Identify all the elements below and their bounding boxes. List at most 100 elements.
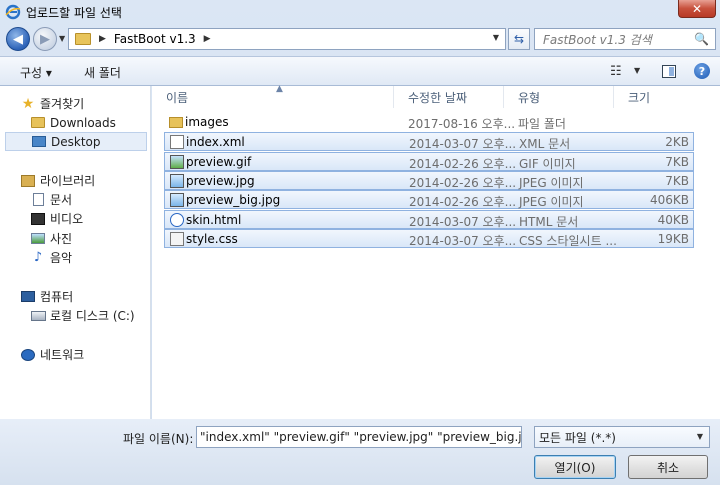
file-type: HTML 문서 bbox=[519, 215, 579, 229]
sidebar-item-desktop[interactable]: Desktop bbox=[5, 132, 147, 151]
downloads-folder-icon bbox=[30, 115, 46, 131]
jpeg-image-icon bbox=[170, 193, 184, 207]
file-row-images[interactable]: images 2017-08-16 오후... 파일 폴더 bbox=[164, 113, 694, 132]
file-type: GIF 이미지 bbox=[519, 157, 576, 171]
sidebar-item-label: Desktop bbox=[51, 134, 101, 149]
sidebar-item-label: 비디오 bbox=[50, 212, 84, 226]
sidebar-item-local-disk[interactable]: 로컬 디스크 (C:) bbox=[30, 306, 135, 325]
sidebar-item-libraries[interactable]: 라이브러리 bbox=[20, 171, 95, 190]
column-header-name[interactable]: 이름 ▲ bbox=[152, 84, 394, 108]
file-open-dialog: 업로드할 파일 선택 ✕ ◀ ▶ ▼ ▶ FastBoot v1.3 ▶ ▼ ⇆… bbox=[0, 0, 720, 485]
search-placeholder: FastBoot v1.3 검색 bbox=[543, 32, 652, 47]
recent-pages-dropdown-icon[interactable]: ▼ bbox=[59, 34, 65, 43]
star-icon: ★ bbox=[21, 95, 35, 112]
view-options-icon[interactable]: ☷ bbox=[610, 64, 622, 79]
gif-image-icon bbox=[170, 155, 184, 169]
file-type: JPEG 이미지 bbox=[519, 176, 584, 190]
network-icon bbox=[20, 347, 36, 363]
dialog-footer: 파일 이름(N): "index.xml" "preview.gif" "pre… bbox=[0, 419, 720, 485]
file-name: images bbox=[185, 115, 229, 129]
command-toolbar: 구성 ▾ 새 폴더 ☷ ▼ ? bbox=[0, 56, 720, 86]
file-name: skin.html bbox=[186, 213, 242, 227]
chevron-right-icon[interactable]: ▶ bbox=[99, 34, 106, 44]
library-icon bbox=[20, 173, 36, 189]
file-modified: 2014-03-07 오후... bbox=[409, 234, 517, 248]
chevron-right-icon[interactable]: ▶ bbox=[204, 34, 211, 44]
file-modified: 2014-03-07 오후... bbox=[409, 215, 517, 229]
column-header-label: 수정한 날짜 bbox=[408, 90, 468, 105]
sidebar-item-videos[interactable]: 비디오 bbox=[30, 209, 83, 228]
jpeg-image-icon bbox=[170, 174, 184, 188]
computer-icon bbox=[20, 289, 36, 305]
filetype-select[interactable]: 모든 파일 (*.*) ▼ bbox=[534, 426, 710, 448]
music-note-icon: ♪ bbox=[33, 250, 43, 265]
file-size: 40KB bbox=[657, 213, 689, 227]
column-header-type[interactable]: 유형 bbox=[504, 86, 614, 108]
file-size: 19KB bbox=[657, 232, 689, 246]
address-bar[interactable]: ▶ FastBoot v1.3 ▶ ▼ bbox=[68, 28, 506, 50]
sidebar-item-downloads[interactable]: Downloads bbox=[30, 113, 116, 132]
back-button[interactable]: ◀ bbox=[6, 27, 30, 51]
view-dropdown-icon[interactable]: ▼ bbox=[634, 66, 640, 75]
sidebar-item-pictures[interactable]: 사진 bbox=[30, 229, 72, 248]
internet-explorer-icon bbox=[5, 4, 21, 20]
sidebar-item-label: 음악 bbox=[50, 251, 73, 265]
file-row-preview-big-jpg[interactable]: preview_big.jpg 2014-02-26 오후... JPEG 이미… bbox=[164, 190, 694, 209]
column-header-label: 크기 bbox=[628, 90, 651, 105]
document-icon bbox=[30, 192, 46, 208]
file-modified: 2014-03-07 오후... bbox=[409, 137, 517, 151]
column-header-label: 유형 bbox=[518, 90, 541, 105]
search-input[interactable]: FastBoot v1.3 검색 🔍 bbox=[534, 28, 716, 50]
sort-ascending-icon: ▲ bbox=[276, 84, 283, 94]
refresh-icon: ⇆ bbox=[513, 32, 525, 46]
organize-button[interactable]: 구성 ▾ bbox=[20, 64, 52, 81]
file-name: style.css bbox=[186, 232, 238, 246]
desktop-icon bbox=[31, 134, 47, 150]
file-modified: 2014-02-26 오후... bbox=[409, 195, 517, 209]
file-list-pane: 이름 ▲ 수정한 날짜 유형 크기 images 2017-08-16 오후..… bbox=[152, 84, 720, 419]
window-title: 업로드할 파일 선택 bbox=[26, 5, 122, 20]
close-icon: ✕ bbox=[691, 1, 703, 16]
sidebar-item-network[interactable]: 네트워크 bbox=[20, 345, 84, 364]
chevron-down-icon: ▼ bbox=[696, 432, 703, 441]
file-type: 파일 폴더 bbox=[518, 117, 566, 131]
forward-button[interactable]: ▶ bbox=[33, 27, 57, 51]
refresh-button[interactable]: ⇆ bbox=[508, 28, 530, 50]
open-button[interactable]: 열기(O) bbox=[534, 455, 616, 479]
file-type: XML 문서 bbox=[519, 137, 571, 151]
filename-label: 파일 이름(N): bbox=[123, 432, 194, 446]
drive-icon bbox=[30, 308, 46, 324]
sidebar-item-music[interactable]: ♪ 음악 bbox=[30, 248, 72, 267]
sidebar-item-label: 네트워크 bbox=[40, 348, 85, 362]
column-header-size[interactable]: 크기 bbox=[614, 86, 694, 108]
sidebar-item-label: 즐겨찾기 bbox=[40, 97, 85, 111]
video-icon bbox=[30, 211, 46, 227]
address-dropdown-icon[interactable]: ▼ bbox=[493, 33, 499, 42]
file-name: preview.jpg bbox=[186, 174, 255, 188]
new-folder-button[interactable]: 새 폴더 bbox=[84, 64, 121, 81]
sidebar-item-favorites[interactable]: ★ 즐겨찾기 bbox=[20, 94, 84, 113]
column-header-modified[interactable]: 수정한 날짜 bbox=[394, 86, 504, 108]
folder-icon bbox=[75, 33, 91, 45]
filename-input[interactable]: "index.xml" "preview.gif" "preview.jpg" … bbox=[196, 426, 522, 448]
sidebar-item-computer[interactable]: 컴퓨터 bbox=[20, 287, 73, 306]
html-file-icon bbox=[170, 213, 184, 227]
close-button[interactable]: ✕ bbox=[678, 0, 716, 18]
help-icon[interactable]: ? bbox=[694, 63, 710, 79]
arrow-left-icon: ◀ bbox=[13, 31, 23, 47]
breadcrumb-current[interactable]: FastBoot v1.3 bbox=[114, 32, 196, 46]
sidebar-item-documents[interactable]: 문서 bbox=[30, 190, 72, 209]
file-row-style-css[interactable]: style.css 2014-03-07 오후... CSS 스타일시트 ...… bbox=[164, 229, 694, 248]
file-row-preview-gif[interactable]: preview.gif 2014-02-26 오후... GIF 이미지 7KB bbox=[164, 152, 694, 171]
file-size: 2KB bbox=[665, 135, 689, 149]
search-icon[interactable]: 🔍 bbox=[694, 32, 709, 46]
file-row-preview-jpg[interactable]: preview.jpg 2014-02-26 오후... JPEG 이미지 7K… bbox=[164, 171, 694, 190]
file-row-skin-html[interactable]: skin.html 2014-03-07 오후... HTML 문서 40KB bbox=[164, 210, 694, 229]
filename-value: "index.xml" "preview.gif" "preview.jpg" … bbox=[200, 430, 522, 444]
preview-pane-icon[interactable] bbox=[662, 65, 676, 78]
file-row-index-xml[interactable]: index.xml 2014-03-07 오후... XML 문서 2KB bbox=[164, 132, 694, 151]
cancel-button[interactable]: 취소 bbox=[628, 455, 708, 479]
file-type: CSS 스타일시트 ... bbox=[519, 234, 617, 248]
column-header-label: 이름 bbox=[166, 90, 189, 105]
title-bar: 업로드할 파일 선택 ✕ bbox=[0, 0, 720, 24]
